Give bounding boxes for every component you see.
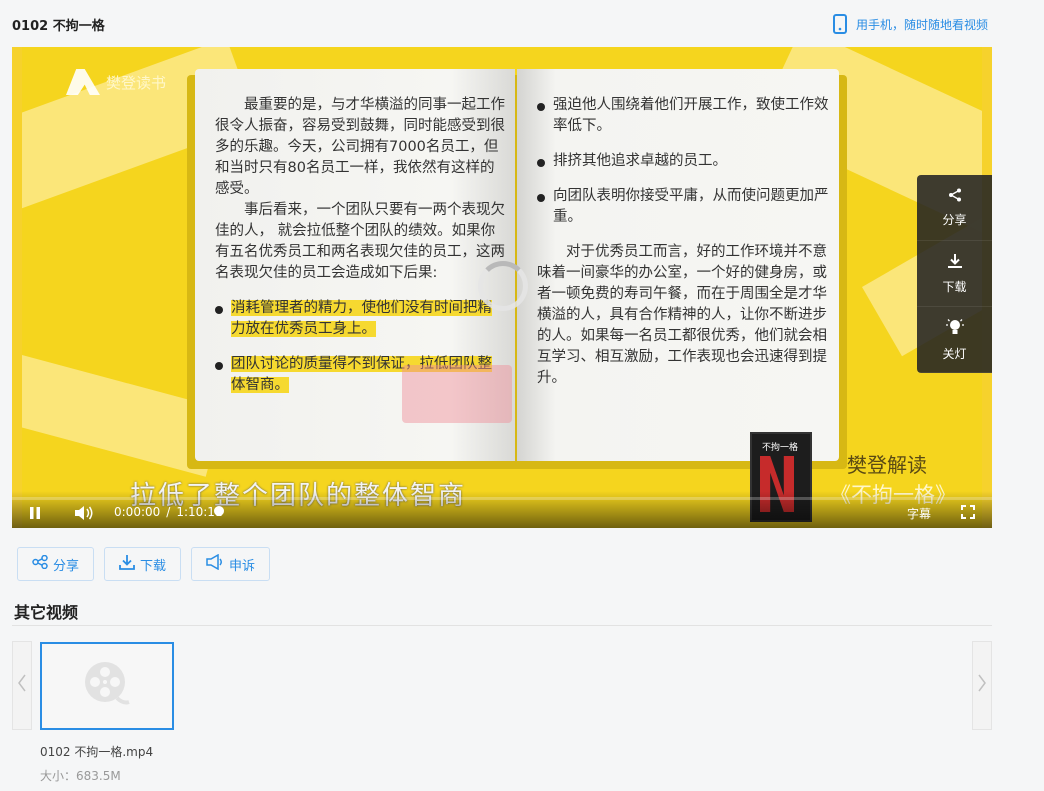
- download-icon: [119, 554, 135, 574]
- carousel-next-button[interactable]: [972, 641, 992, 730]
- video-file-size: 大小：683.5M: [40, 769, 121, 783]
- brand-logo-icon: [66, 69, 100, 95]
- side-share-button[interactable]: 分享: [917, 175, 992, 241]
- watermark-image: [402, 365, 512, 423]
- share-label: 分享: [53, 558, 80, 574]
- film-reel-icon: [83, 660, 131, 712]
- right-bullet-2: 排挤其他追求卓越的员工。: [537, 151, 829, 172]
- captions-button[interactable]: 字幕: [907, 505, 931, 522]
- side-lights-off-button[interactable]: 关灯: [917, 307, 992, 373]
- time-separator: /: [166, 505, 171, 519]
- pause-icon: [28, 506, 42, 523]
- video-player[interactable]: 樊登读书 最重要的是，与才华横溢的同事一起工作很令人振奋，容易受到鼓舞，同时能感…: [12, 47, 992, 528]
- volume-icon: [74, 505, 94, 524]
- video-thumbnail[interactable]: [40, 642, 174, 730]
- time-display: 0:00:00 / 1:10:11: [114, 505, 223, 519]
- video-actions: 分享 下载 申诉: [17, 547, 271, 581]
- left-bullet-1-text: 消耗管理者的精力，使他们没有时间把精力放在优秀员工身上。: [231, 300, 492, 337]
- report-label: 申诉: [229, 558, 256, 574]
- section-divider: [12, 625, 992, 626]
- right-bullet-1: 强迫他人围绕着他们开展工作，致使工作效率低下。: [537, 95, 829, 137]
- player-controls: 0:00:00 / 1:10:11 字幕: [12, 491, 992, 528]
- side-share-label: 分享: [942, 212, 967, 227]
- interpretation-label: 樊登解读: [847, 453, 927, 477]
- left-paragraph-2: 事后看来，一个团队只要有一两个表现欠佳的人， 就会拉低整个团队的绩效。如果你有五…: [215, 202, 505, 281]
- share-button[interactable]: 分享: [17, 547, 95, 581]
- download-icon: [947, 253, 963, 272]
- side-download-label: 下载: [942, 279, 967, 294]
- captions-label: 字幕: [907, 507, 932, 521]
- player-side-menu: 分享 下载 关灯: [917, 175, 992, 373]
- loading-spinner-icon: [478, 261, 528, 311]
- side-lights-off-label: 关灯: [942, 346, 967, 361]
- share-icon: [32, 554, 48, 573]
- left-bullet-1: 消耗管理者的精力，使他们没有时间把精力放在优秀员工身上。: [215, 298, 505, 340]
- video-file-name[interactable]: 0102 不拘一格.mp4: [40, 743, 153, 760]
- progress-knob[interactable]: [214, 506, 224, 516]
- volume-button[interactable]: [74, 505, 94, 524]
- progress-bar[interactable]: [12, 497, 992, 500]
- right-page-text: 强迫他人围绕着他们开展工作，致使工作效率低下。 排挤其他追求卓越的员工。 向团队…: [537, 95, 829, 389]
- fullscreen-icon: [961, 505, 975, 522]
- other-videos-title: 其它视频: [14, 603, 79, 622]
- pause-button[interactable]: [28, 506, 42, 523]
- lightbulb-icon: [945, 318, 965, 339]
- brand-logo-text: 樊登读书: [106, 73, 167, 92]
- right-bullet-3: 向团队表明你接受平庸，从而使问题更加严重。: [537, 186, 829, 228]
- report-button[interactable]: 申诉: [191, 547, 271, 581]
- left-paragraph-1: 最重要的是，与才华横溢的同事一起工作很令人振奋，容易受到鼓舞，同时能感受到很多的…: [215, 97, 505, 197]
- left-page-text: 最重要的是，与才华横溢的同事一起工作很令人振奋，容易受到鼓舞，同时能感受到很多的…: [215, 95, 505, 396]
- chevron-left-icon: [17, 674, 27, 697]
- megaphone-icon: [206, 553, 224, 574]
- download-button[interactable]: 下载: [104, 547, 182, 581]
- chevron-right-icon: [977, 674, 987, 697]
- phone-icon: [832, 14, 848, 34]
- watch-on-mobile-link[interactable]: 用手机，随时随地看视频: [832, 14, 988, 34]
- current-time: 0:00:00: [114, 505, 161, 519]
- book-cover-title: 不拘一格: [762, 443, 799, 453]
- video-page: 0102 不拘一格 用手机，随时随地看视频 樊登读书 最重要的是，与才华横溢的同…: [0, 0, 1044, 791]
- right-paragraph: 对于优秀员工而言，好的工作环境并不意味着一间豪华的办公室，一个好的健身房，或者一…: [537, 244, 827, 386]
- carousel-prev-button[interactable]: [12, 641, 32, 730]
- page-title: 0102 不拘一格: [12, 19, 105, 34]
- side-download-button[interactable]: 下载: [917, 241, 992, 307]
- share-icon: [948, 188, 962, 205]
- brand-logo: 樊登读书: [66, 69, 166, 95]
- download-label: 下载: [140, 558, 167, 574]
- fullscreen-button[interactable]: [961, 505, 975, 522]
- watch-on-mobile-label: 用手机，随时随地看视频: [856, 17, 989, 32]
